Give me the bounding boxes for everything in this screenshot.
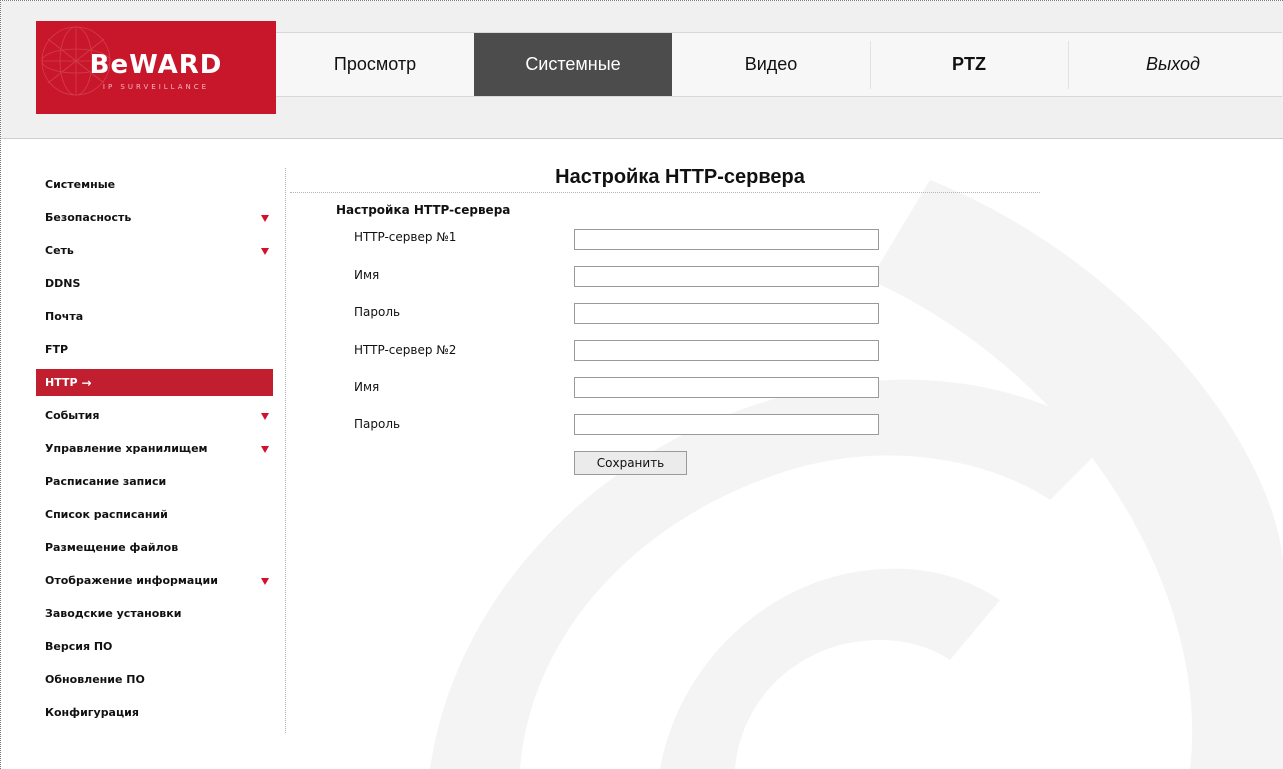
password-2-label: Пароль bbox=[354, 417, 401, 431]
sidebar-item-label: Размещение файлов bbox=[45, 541, 179, 554]
http-server-2-label: HTTP-сервер №2 bbox=[354, 343, 457, 357]
sidebar-item-configuration[interactable]: Конфигурация bbox=[36, 696, 273, 729]
password-1-input[interactable] bbox=[574, 303, 879, 324]
sidebar-item-label: Отображение информации bbox=[45, 574, 218, 587]
tab-ptz[interactable]: PTZ bbox=[870, 33, 1068, 96]
sidebar-item-label: Системные bbox=[45, 178, 116, 191]
top-navigation: Просмотр Системные Видео PTZ Выход bbox=[276, 32, 1282, 97]
tab-logout[interactable]: Выход bbox=[1068, 33, 1278, 96]
submenu-arrow-icon bbox=[261, 215, 269, 222]
sidebar-item-record-schedule[interactable]: Расписание записи bbox=[36, 465, 273, 498]
tab-video[interactable]: Видео bbox=[672, 33, 870, 96]
sidebar-item-events[interactable]: События bbox=[36, 399, 273, 432]
sidebar-item-security[interactable]: Безопасность bbox=[36, 201, 273, 234]
sidebar-item-schedule-list[interactable]: Список расписаний bbox=[36, 498, 273, 531]
right-arrow-icon: → bbox=[81, 375, 92, 390]
tab-system[interactable]: Системные bbox=[474, 33, 672, 96]
sidebar-item-label: Безопасность bbox=[45, 211, 132, 224]
name-2-label: Имя bbox=[354, 380, 380, 394]
sidebar-item-label: HTTP bbox=[45, 376, 78, 389]
sidebar-item-label: События bbox=[45, 409, 100, 422]
http-server-1-input[interactable] bbox=[574, 229, 879, 250]
sidebar-item-firmware-version[interactable]: Версия ПО bbox=[36, 630, 273, 663]
sidebar-item-storage[interactable]: Управление хранилищем bbox=[36, 432, 273, 465]
http-server-2-input[interactable] bbox=[574, 340, 879, 361]
sidebar-item-label: Сеть bbox=[45, 244, 74, 257]
password-2-input[interactable] bbox=[574, 414, 879, 435]
sidebar-item-label: Обновление ПО bbox=[45, 673, 145, 686]
sidebar-item-file-location[interactable]: Размещение файлов bbox=[36, 531, 273, 564]
sidebar-item-http[interactable]: HTTP → bbox=[36, 369, 273, 396]
submenu-arrow-icon bbox=[261, 578, 269, 585]
sidebar-item-label: Список расписаний bbox=[45, 508, 168, 521]
sidebar-item-label: DDNS bbox=[45, 277, 81, 290]
page-title: Настройка HTTP-сервера bbox=[290, 166, 1040, 193]
section-title: Настройка HTTP-сервера bbox=[336, 203, 511, 217]
sidebar-item-mail[interactable]: Почта bbox=[36, 300, 273, 333]
logo-subtitle: IP SURVEILLANCE bbox=[102, 83, 210, 91]
save-button[interactable]: Сохранить bbox=[574, 451, 687, 475]
sidebar-item-display-info[interactable]: Отображение информации bbox=[36, 564, 273, 597]
sidebar-item-network[interactable]: Сеть bbox=[36, 234, 273, 267]
sidebar-item-label: Управление хранилищем bbox=[45, 442, 208, 455]
sidebar-item-ftp[interactable]: FTP bbox=[36, 333, 273, 366]
sidebar-item-label: Почта bbox=[45, 310, 84, 323]
submenu-arrow-icon bbox=[261, 446, 269, 453]
sidebar-item-label: Расписание записи bbox=[45, 475, 167, 488]
submenu-arrow-icon bbox=[261, 248, 269, 255]
sidebar-item-label: Заводские установки bbox=[45, 607, 182, 620]
name-1-label: Имя bbox=[354, 268, 380, 282]
sidebar-item-system[interactable]: Системные bbox=[36, 168, 273, 201]
sidebar: Системные Безопасность Сеть DDNS Почта F… bbox=[36, 168, 286, 733]
sidebar-item-label: FTP bbox=[45, 343, 69, 356]
sidebar-item-label: Конфигурация bbox=[45, 706, 139, 719]
sidebar-item-factory-defaults[interactable]: Заводские установки bbox=[36, 597, 273, 630]
name-2-input[interactable] bbox=[574, 377, 879, 398]
beward-logo[interactable]: BeWARD IP SURVEILLANCE bbox=[36, 21, 276, 114]
sidebar-item-ddns[interactable]: DDNS bbox=[36, 267, 273, 300]
password-1-label: Пароль bbox=[354, 305, 401, 319]
logo-brand-text: BeWARD bbox=[89, 50, 223, 80]
sidebar-item-label: Версия ПО bbox=[45, 640, 113, 653]
sidebar-item-firmware-update[interactable]: Обновление ПО bbox=[36, 663, 273, 696]
tab-view[interactable]: Просмотр bbox=[276, 33, 474, 96]
name-1-input[interactable] bbox=[574, 266, 879, 287]
http-server-1-label: HTTP-сервер №1 bbox=[354, 230, 457, 244]
submenu-arrow-icon bbox=[261, 413, 269, 420]
